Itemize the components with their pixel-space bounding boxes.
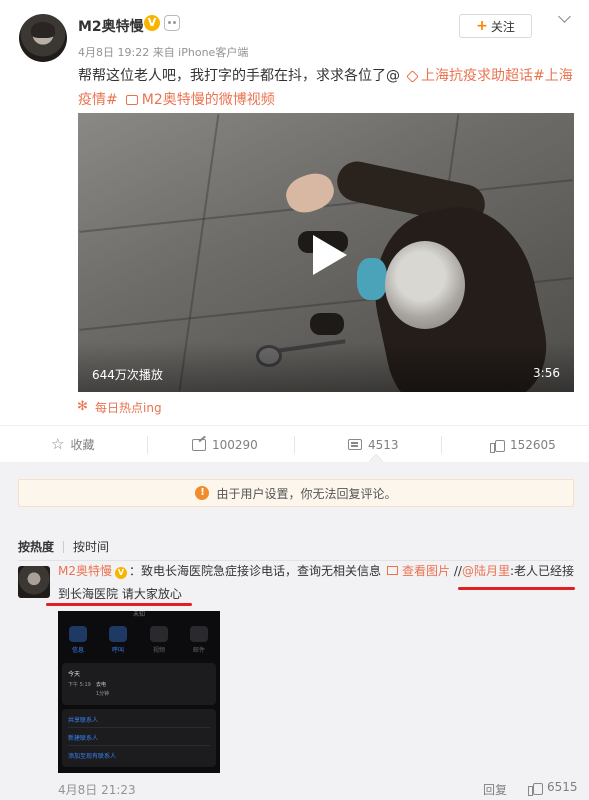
tab-divider [63, 540, 65, 553]
phone-call-button: 呼叫 [98, 623, 138, 657]
reply-button[interactable]: 回复 [483, 781, 507, 798]
favorite-label: 收藏 [70, 438, 95, 452]
follow-button[interactable]: + 关注 [459, 14, 532, 38]
super-topic-link[interactable]: 上海抗疫求助超话 [421, 68, 533, 84]
divider-line [294, 436, 295, 454]
hashtag-link-start[interactable]: #上海 [533, 68, 573, 84]
hot-icon [77, 399, 90, 414]
divider-line [147, 436, 148, 454]
hot-topic-tag[interactable]: 每日热点ing [77, 399, 162, 416]
comment-sort-tabs: 按热度 按时间 [18, 538, 109, 555]
reply-disabled-notice: ! 由于用户设置，你无法回复评论。 [18, 479, 574, 507]
call-time: 下午 5:19 [68, 682, 91, 688]
comment-text-line2: 到长海医院 请大家放心 [58, 587, 182, 601]
phone-btn-label: 呼叫 [111, 647, 124, 654]
phone-top-label: 未知 [132, 611, 145, 618]
comment-like-count: 6515 [547, 780, 578, 794]
follow-label: 关注 [490, 19, 515, 34]
notice-text: 由于用户设置，你无法回复评论。 [216, 486, 397, 501]
view-image-link[interactable]: 查看图片 [387, 564, 450, 578]
star-icon: ☆ [51, 435, 65, 453]
repost-prefix: // [453, 564, 462, 578]
share-button[interactable]: 100290 [192, 426, 258, 463]
chevron-down-icon[interactable] [558, 14, 572, 24]
camera-icon [150, 626, 168, 642]
contact-link: 新建联系人 [68, 735, 99, 742]
like-button[interactable]: 152605 [490, 426, 556, 463]
comment-time: 4月8日 21:23 [58, 783, 136, 797]
post-main-text: 帮帮这位老人吧，我打字的手都在抖，求求各位了@ [78, 68, 400, 84]
call-log-card: 今天 下午 5:19 去电 1分钟 [62, 663, 216, 705]
comment-text: ：致电长海医院急症接诊电话，查询无相关信息 [129, 564, 382, 578]
like-count: 152605 [510, 437, 556, 452]
video-figure [385, 241, 465, 329]
comment-section: ! 由于用户设置，你无法回复评论。 按热度 按时间 M2奥特慢 V ：致电长海医院急… [0, 462, 589, 800]
member-icon [164, 15, 180, 31]
post-meta: 4月8日 19:22 来自 iPhone客户端 [78, 46, 249, 59]
video-link[interactable]: M2奥特慢的微博视频 [142, 92, 275, 108]
phone-video-button: 视频 [139, 623, 179, 657]
phone-divider [68, 727, 210, 728]
thumbs-up-icon [490, 438, 505, 453]
divider [0, 426, 442, 463]
annotation-underline [46, 603, 192, 606]
video-icon [125, 95, 138, 105]
warning-icon: ! [195, 486, 210, 500]
image-icon [387, 566, 399, 575]
message-icon [69, 626, 87, 642]
call-duration: 1分钟 [96, 691, 110, 697]
video-player[interactable]: 644万次播放 3:56 [78, 113, 574, 392]
mention-link[interactable]: @陆月里 [462, 564, 510, 578]
contact-actions-card: 共享联系人 新建联系人 添加至现有联系人 [62, 709, 216, 767]
contact-link: 添加至现有联系人 [68, 753, 117, 760]
commenter-avatar[interactable] [18, 566, 50, 598]
phone-message-button: 信息 [58, 623, 98, 657]
phone-icon [109, 626, 127, 642]
comment-image[interactable]: 未知 信息 呼叫 视频 邮件 今天 下午 5:19 去电 1分钟 共享联系人 新… [58, 611, 220, 773]
video-figure [310, 313, 344, 335]
tab-sort-by-time[interactable]: 按时间 [73, 538, 109, 555]
post-body: 帮帮这位老人吧，我打字的手都在抖，求求各位了@ 上海抗疫求助超话#上海 疫情# M2… [78, 64, 578, 112]
comment-count: 4513 [368, 437, 399, 452]
author-name[interactable]: M2奥特慢 [78, 16, 144, 36]
action-bar: ☆ 收藏 100290 4513 152605 [0, 425, 589, 469]
divider-line [441, 436, 442, 454]
video-figure [357, 258, 387, 300]
verified-badge-icon: V [144, 15, 160, 31]
play-icon[interactable] [305, 233, 349, 277]
contact-link: 共享联系人 [68, 717, 99, 724]
hashtag-link-end[interactable]: 疫情# [78, 92, 118, 108]
super-topic-icon [406, 70, 419, 83]
phone-btn-label: 信息 [71, 647, 84, 654]
thumbs-up-icon [528, 781, 543, 796]
annotation-underline [458, 587, 575, 590]
phone-mail-button: 邮件 [179, 623, 219, 657]
call-type: 去电 [96, 682, 107, 688]
comment-icon [348, 439, 362, 450]
view-image-label: 查看图片 [402, 564, 451, 578]
favorite-button[interactable]: ☆ 收藏 [51, 426, 94, 463]
mail-icon [190, 626, 208, 642]
repost-text: :老人已经接 [509, 564, 575, 578]
comment-like-button[interactable]: 6515 [528, 780, 578, 796]
tab-sort-by-hot[interactable]: 按热度 [18, 538, 54, 555]
author-avatar[interactable] [19, 14, 67, 62]
video-duration: 3:56 [533, 366, 560, 380]
commenter-name[interactable]: M2奥特慢 [58, 564, 112, 578]
comment-text-line1: M2奥特慢 V ：致电长海医院急症接诊电话，查询无相关信息 查看图片 //@陆月里:老… [58, 560, 574, 582]
phone-btn-label: 邮件 [192, 647, 205, 654]
verified-badge-icon: V [115, 567, 127, 579]
plus-icon: + [476, 18, 488, 34]
hot-topic-label: 每日热点ing [95, 401, 162, 415]
share-count: 100290 [212, 437, 258, 452]
phone-divider [68, 745, 210, 746]
share-icon [192, 438, 206, 451]
view-count: 644万次播放 [92, 368, 163, 382]
phone-btn-label: 视频 [152, 647, 165, 654]
call-log-title: 今天 [68, 671, 81, 678]
